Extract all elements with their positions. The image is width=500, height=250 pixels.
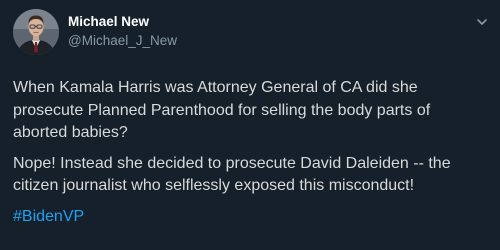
author-handle[interactable]: @Michael_J_New	[68, 33, 177, 49]
tweet-paragraph-2: Nope! Instead she decided to prosecute D…	[13, 154, 451, 195]
chevron-down-icon[interactable]	[472, 12, 492, 32]
tweet-hashtag-line: #BidenVP	[13, 206, 493, 229]
tweet-card: Michael New @Michael_J_New When Kamala H…	[0, 0, 500, 250]
tweet-paragraph-1: When Kamala Harris was Attorney General …	[13, 79, 431, 141]
tweet-text: When Kamala Harris was Attorney General …	[13, 77, 493, 236]
profile-photo-icon	[13, 9, 59, 55]
hashtag-link[interactable]: #BidenVP	[13, 208, 84, 225]
author-name[interactable]: Michael New	[68, 14, 149, 30]
avatar[interactable]	[13, 9, 59, 55]
